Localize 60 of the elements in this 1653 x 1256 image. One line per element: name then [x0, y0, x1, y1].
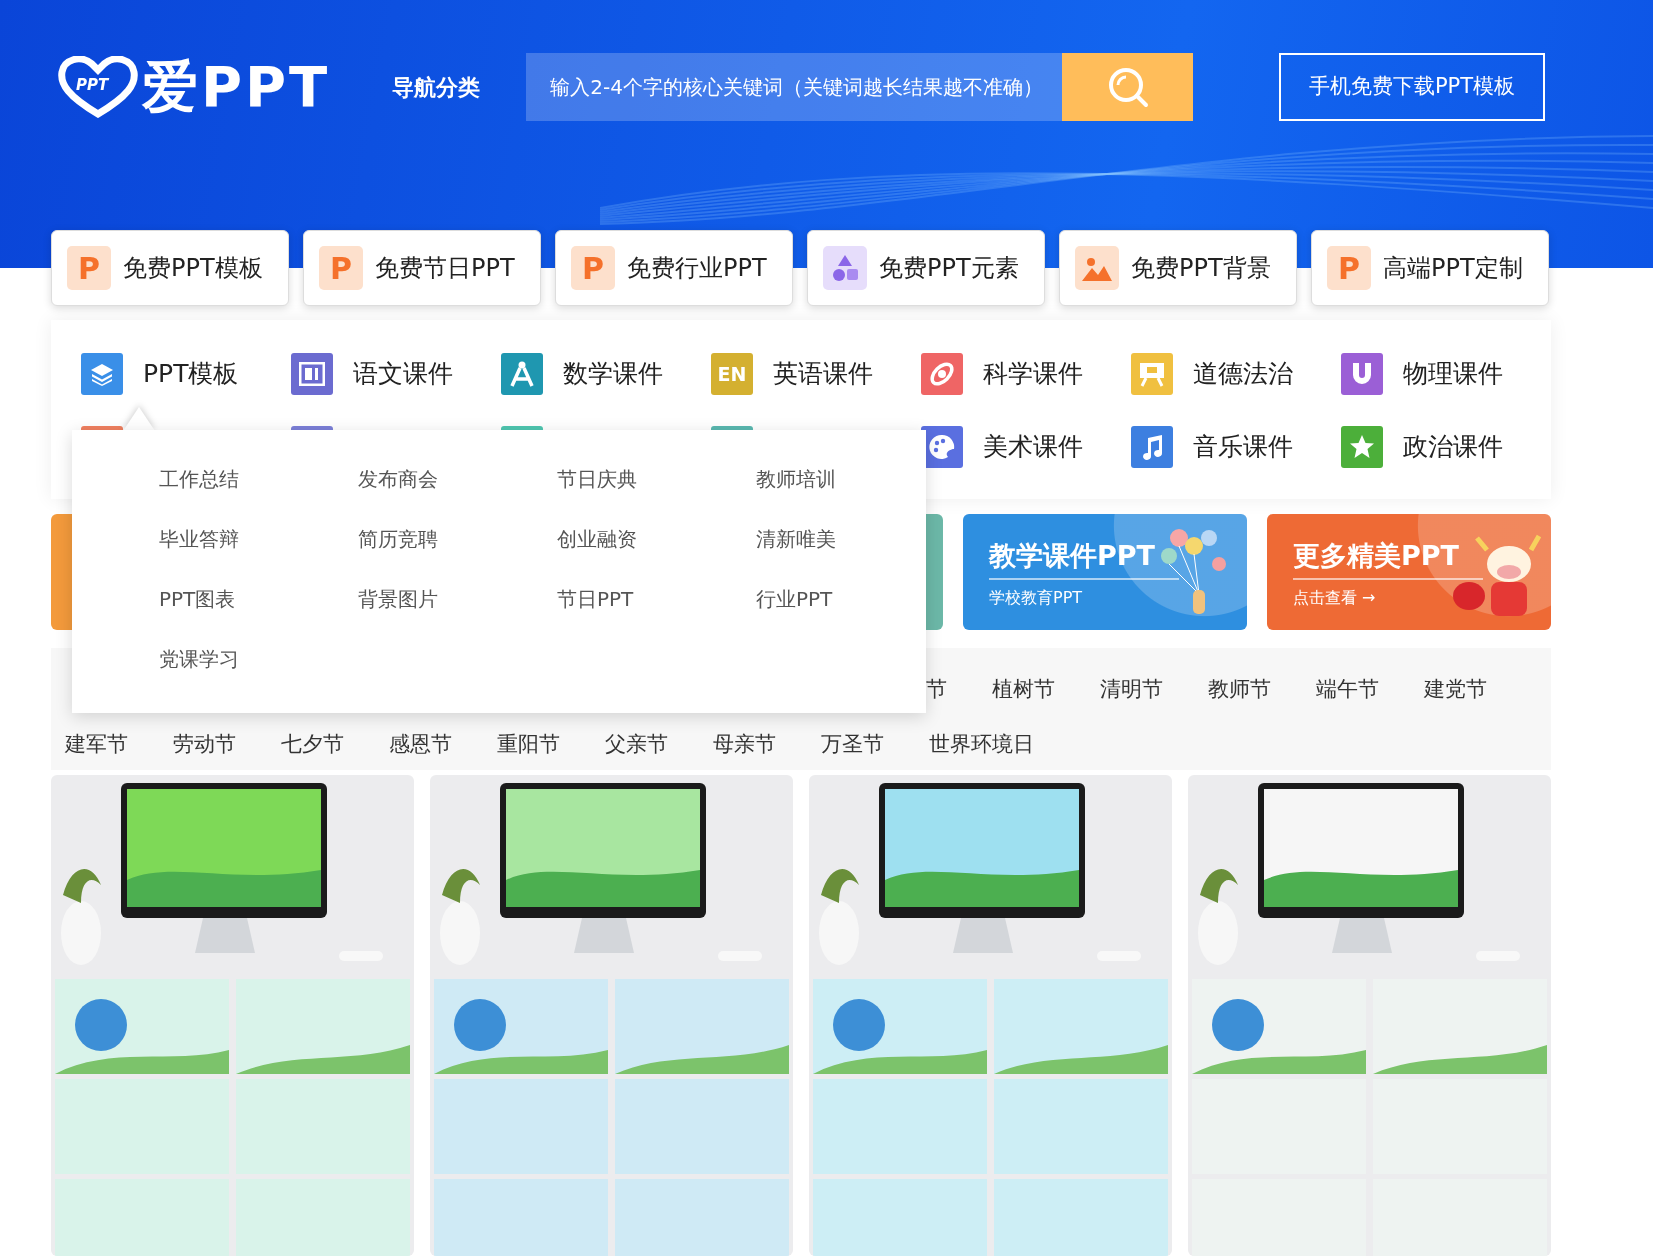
subject-link[interactable]: 音乐课件: [1193, 428, 1293, 466]
letters-icon: EN: [711, 353, 753, 395]
banner-title: 更多精美PPT: [1293, 539, 1459, 573]
logo-text: 爱PPT: [142, 59, 331, 115]
subject-link[interactable]: 物理课件: [1403, 355, 1503, 393]
banner-subtitle: 学校教育PPT: [989, 587, 1083, 609]
dropdown-item[interactable]: 简历竞聘: [358, 526, 438, 552]
dropdown-item[interactable]: 清新唯美: [756, 526, 836, 552]
banner-title: 教学课件PPT: [989, 539, 1155, 573]
dropdown-item[interactable]: 行业PPT: [756, 586, 833, 612]
nav-tab[interactable]: 免费PPT背景: [1059, 230, 1297, 306]
dropdown-item[interactable]: 节日庆典: [557, 466, 637, 492]
festival-link[interactable]: 七夕节: [281, 731, 344, 757]
nav-tab[interactable]: P 免费PPT模板: [51, 230, 289, 306]
dropdown-item[interactable]: 背景图片: [358, 586, 438, 612]
festival-link[interactable]: 清明节: [1100, 676, 1163, 702]
search-icon: [1106, 66, 1149, 108]
image-icon: [1075, 246, 1119, 290]
dropdown-item[interactable]: PPT图表: [159, 586, 236, 612]
festival-link[interactable]: 重阳节: [497, 731, 560, 757]
nav-tab[interactable]: 免费PPT元素: [807, 230, 1045, 306]
letter-icon: P: [67, 246, 111, 290]
festival-link[interactable]: 建党节: [1424, 676, 1487, 702]
dropdown-item[interactable]: 党课学习: [159, 646, 239, 672]
subject-link[interactable]: 语文课件: [353, 355, 453, 393]
nav-link[interactable]: 导航分类: [392, 70, 481, 104]
subject-link[interactable]: 数学课件: [563, 355, 663, 393]
dropdown-item[interactable]: 工作总结: [159, 466, 239, 492]
festival-link[interactable]: 万圣节: [821, 731, 884, 757]
festival-link[interactable]: 节: [926, 676, 947, 702]
dropdown-item[interactable]: 发布商会: [358, 466, 438, 492]
nav-tab[interactable]: P 高端PPT定制: [1311, 230, 1549, 306]
festival-link[interactable]: 世界环境日: [929, 731, 1034, 757]
subject-link[interactable]: 美术课件: [983, 428, 1083, 466]
shapes-icon: [823, 246, 867, 290]
festival-link[interactable]: 端午节: [1316, 676, 1379, 702]
festival-link[interactable]: 父亲节: [605, 731, 668, 757]
dropdown-item[interactable]: 创业融资: [557, 526, 637, 552]
subject-link[interactable]: 政治课件: [1403, 428, 1503, 466]
logo-icon[interactable]: PPT: [58, 56, 138, 118]
banner-subtitle: 点击查看 →: [1293, 587, 1376, 609]
download-button[interactable]: 手机免费下载PPT模板: [1279, 53, 1545, 121]
festival-link[interactable]: 教师节: [1208, 676, 1271, 702]
subject-link[interactable]: 英语课件: [773, 355, 873, 393]
letter-icon: P: [319, 246, 363, 290]
festival-link[interactable]: 劳动节: [173, 731, 236, 757]
festival-link[interactable]: 母亲节: [713, 731, 776, 757]
subject-link[interactable]: 道德法治: [1193, 355, 1293, 393]
letter-icon: P: [1327, 246, 1371, 290]
dropdown-item[interactable]: 教师培训: [756, 466, 836, 492]
letter-icon: P: [571, 246, 615, 290]
dropdown-item[interactable]: 节日PPT: [557, 586, 634, 612]
nav-tab[interactable]: P 免费节日PPT: [303, 230, 541, 306]
dropdown-item[interactable]: 毕业答辩: [159, 526, 239, 552]
subject-link[interactable]: PPT模板: [143, 355, 239, 393]
festival-link[interactable]: 植树节: [992, 676, 1055, 702]
nav-tab[interactable]: P 免费行业PPT: [555, 230, 793, 306]
festival-link[interactable]: 建军节: [65, 731, 128, 757]
subject-link[interactable]: 科学课件: [983, 355, 1083, 393]
festival-link[interactable]: 感恩节: [389, 731, 452, 757]
